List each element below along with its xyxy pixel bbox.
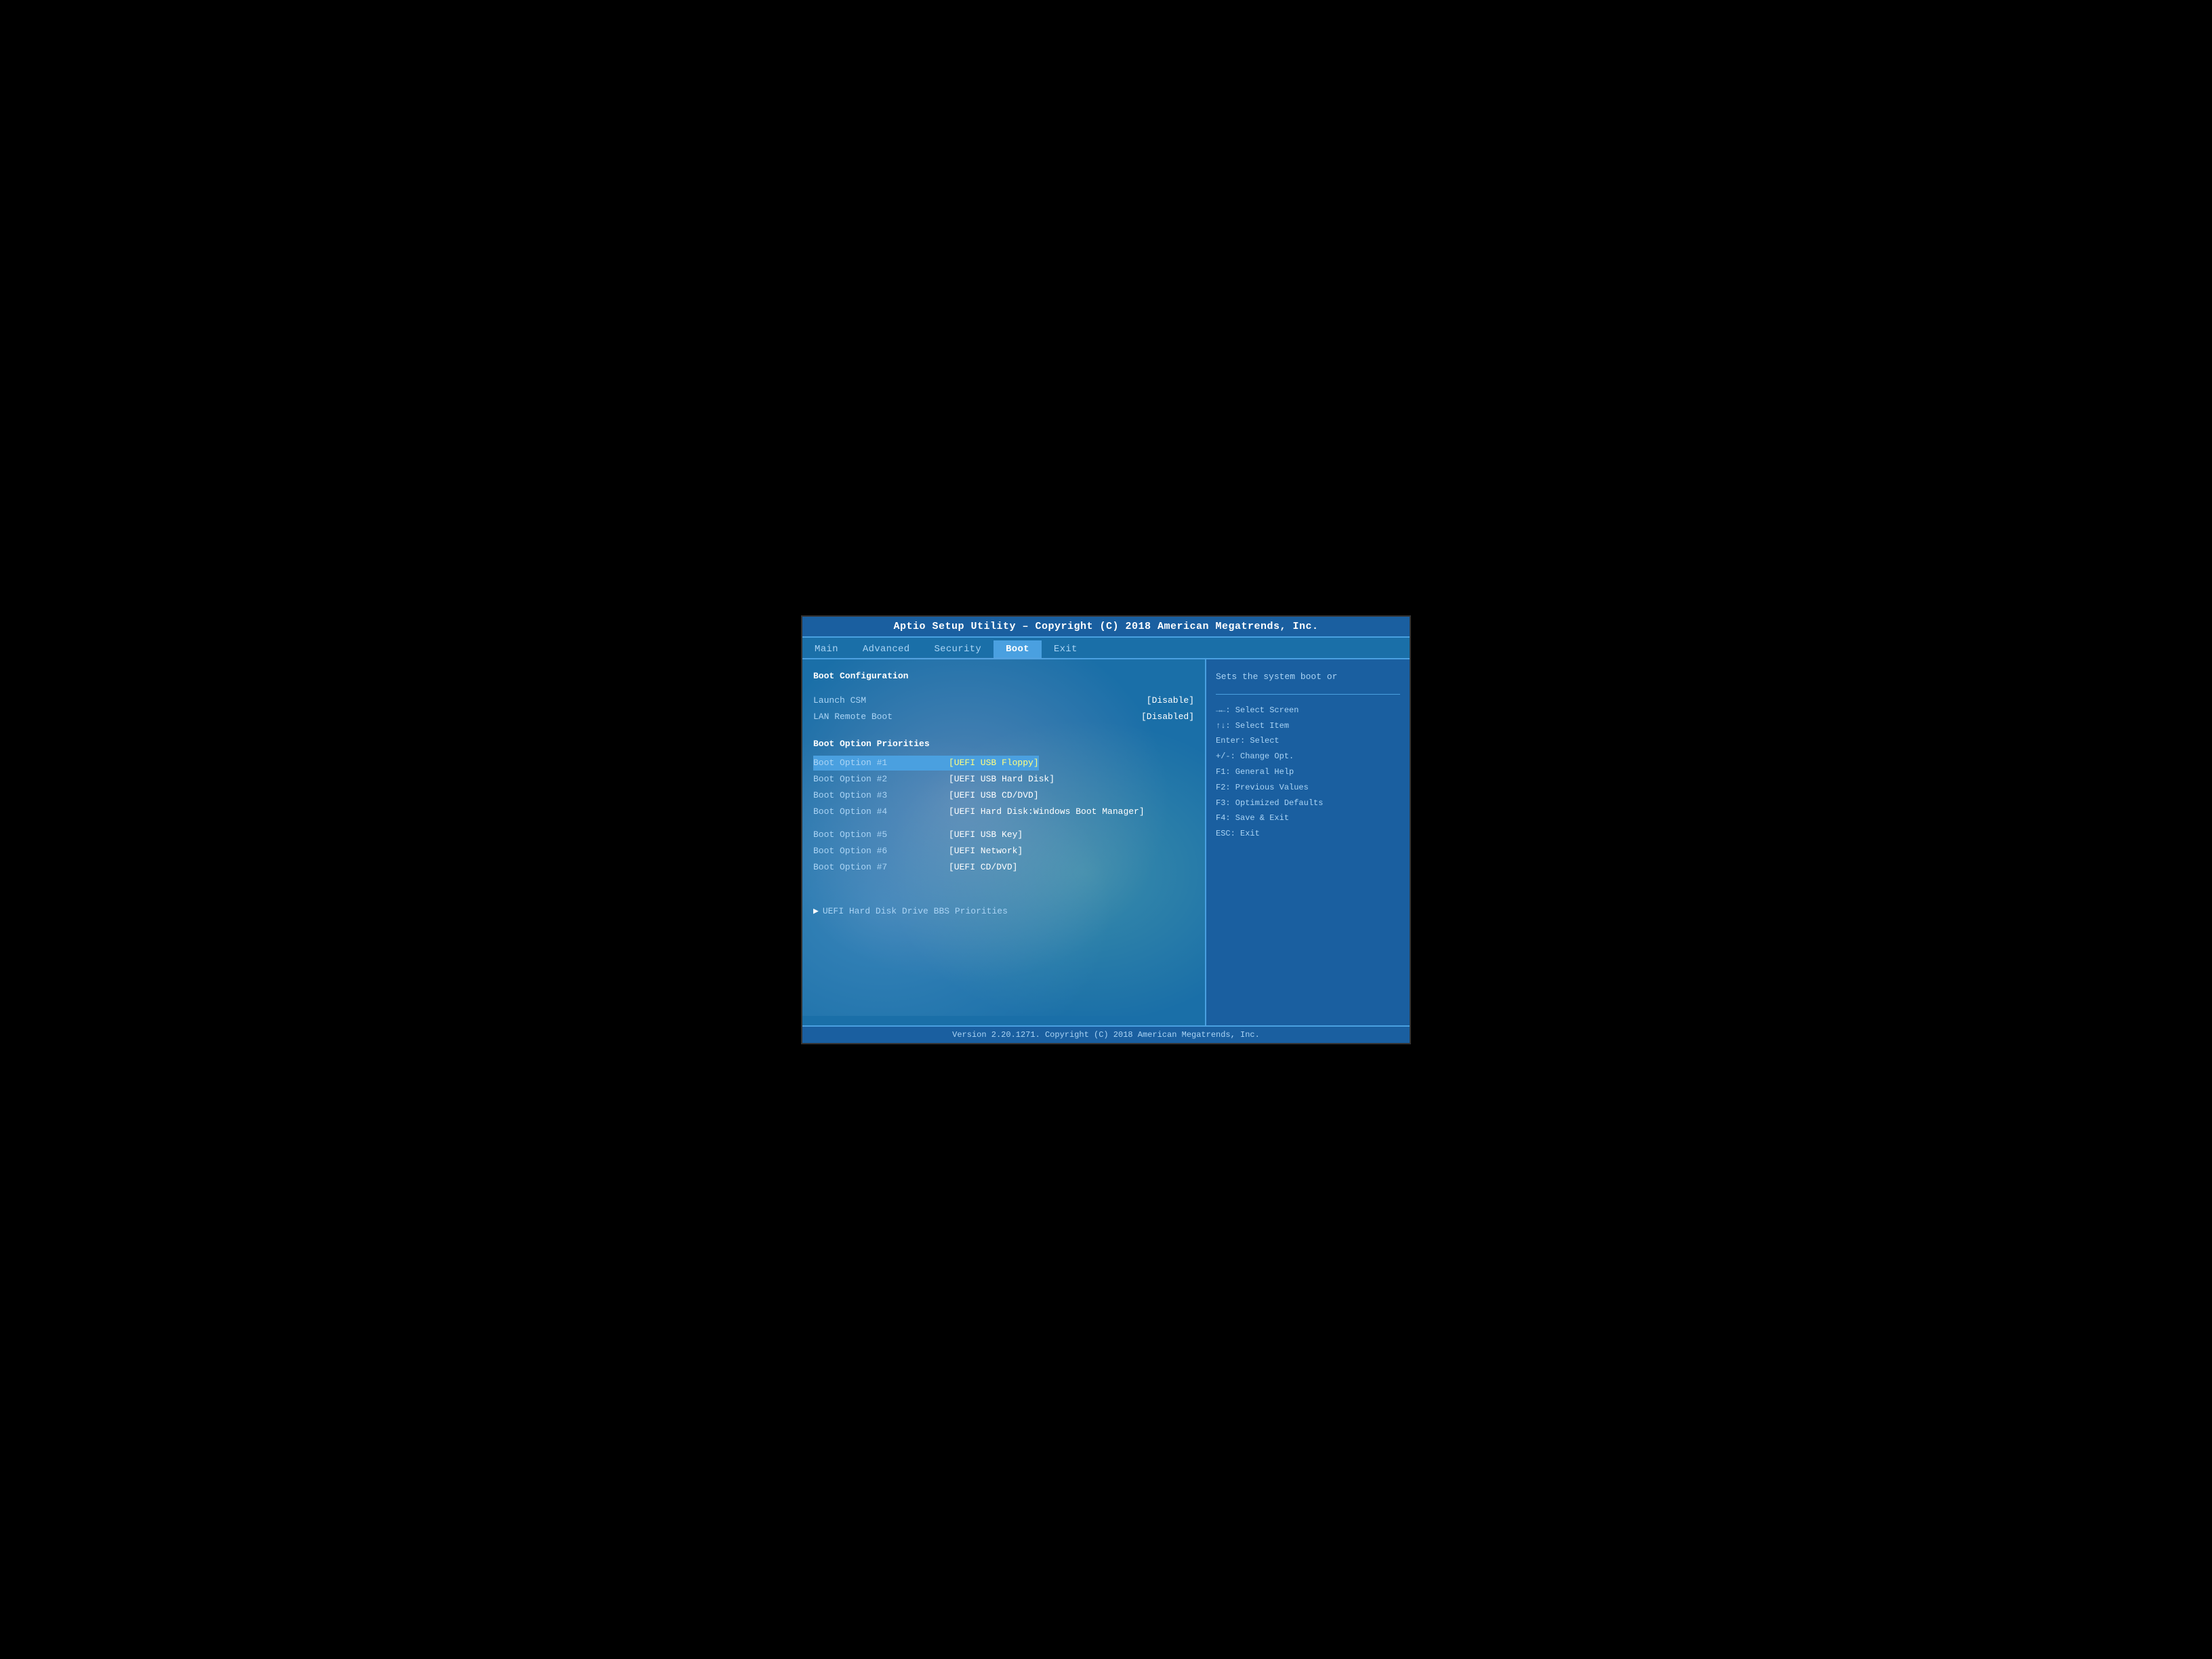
boot-option-1-row[interactable]: Boot Option #1 [UEFI USB Floppy] <box>813 756 1194 771</box>
nav-item-exit[interactable]: Exit <box>1042 640 1090 658</box>
lan-remote-boot-label: LAN Remote Boot <box>813 710 893 724</box>
boot-option-6-label: Boot Option #6 <box>813 844 949 859</box>
bbs-priorities-row[interactable]: ▶ UEFI Hard Disk Drive BBS Priorities <box>813 904 1194 919</box>
key-change-opt: +/-: Change Opt. <box>1216 749 1400 764</box>
boot-priorities-title: Boot Option Priorities <box>813 737 1194 752</box>
boot-option-7-label: Boot Option #7 <box>813 860 949 875</box>
key-help-section: →←: Select Screen ↑↓: Select Item Enter:… <box>1216 703 1400 842</box>
key-select-screen: →←: Select Screen <box>1216 703 1400 718</box>
footer-text: Version 2.20.1271. Copyright (C) 2018 Am… <box>952 1030 1260 1040</box>
nav-item-advanced[interactable]: Advanced <box>851 640 922 658</box>
nav-item-security[interactable]: Security <box>922 640 994 658</box>
key-esc-exit: ESC: Exit <box>1216 826 1400 842</box>
lan-remote-boot-row[interactable]: LAN Remote Boot [Disabled] <box>813 710 1194 724</box>
help-text-top: Sets the system boot or <box>1216 669 1400 684</box>
boot-option-6-row[interactable]: Boot Option #6 [UEFI Network] <box>813 844 1194 859</box>
key-select-item: ↑↓: Select Item <box>1216 718 1400 734</box>
boot-option-5-label: Boot Option #5 <box>813 827 949 842</box>
boot-option-6-value: [UEFI Network] <box>949 844 1023 859</box>
lan-remote-boot-value: [Disabled] <box>1141 710 1194 724</box>
header-title: Aptio Setup Utility – Copyright (C) 2018… <box>893 621 1318 632</box>
key-f2-previous: F2: Previous Values <box>1216 780 1400 796</box>
boot-option-2-value: [UEFI USB Hard Disk] <box>949 772 1054 787</box>
boot-option-1-value: [UEFI USB Floppy] <box>949 756 1039 771</box>
boot-option-1-label: Boot Option #1 <box>813 756 949 771</box>
boot-option-3-row[interactable]: Boot Option #3 [UEFI USB CD/DVD] <box>813 788 1194 803</box>
right-panel: Sets the system boot or →←: Select Scree… <box>1206 659 1410 1025</box>
launch-csm-label: Launch CSM <box>813 693 866 708</box>
key-f4-save: F4: Save & Exit <box>1216 811 1400 826</box>
boot-option-5-value: [UEFI USB Key] <box>949 827 1023 842</box>
boot-option-3-value: [UEFI USB CD/DVD] <box>949 788 1039 803</box>
boot-option-4-row[interactable]: Boot Option #4 [UEFI Hard Disk:Windows B… <box>813 804 1194 819</box>
bios-screen: Aptio Setup Utility – Copyright (C) 2018… <box>801 615 1411 1044</box>
boot-option-2-label: Boot Option #2 <box>813 772 949 787</box>
launch-csm-row[interactable]: Launch CSM [Disable] <box>813 693 1194 708</box>
boot-option-3-label: Boot Option #3 <box>813 788 949 803</box>
key-f1-help: F1: General Help <box>1216 764 1400 780</box>
bbs-arrow-icon: ▶ <box>813 904 819 919</box>
boot-option-5-row[interactable]: Boot Option #5 [UEFI USB Key] <box>813 827 1194 842</box>
nav-item-boot[interactable]: Boot <box>994 640 1042 658</box>
boot-option-4-value: [UEFI Hard Disk:Windows Boot Manager] <box>949 804 1145 819</box>
boot-option-4-label: Boot Option #4 <box>813 804 949 819</box>
main-content: Boot Configuration Launch CSM [Disable] … <box>802 659 1410 1025</box>
divider <box>1216 694 1400 695</box>
header-bar: Aptio Setup Utility – Copyright (C) 2018… <box>802 617 1410 638</box>
section-title: Boot Configuration <box>813 669 1194 684</box>
left-panel: Boot Configuration Launch CSM [Disable] … <box>802 659 1206 1025</box>
boot-option-7-row[interactable]: Boot Option #7 [UEFI CD/DVD] <box>813 860 1194 875</box>
bbs-priorities-label: UEFI Hard Disk Drive BBS Priorities <box>823 904 1008 919</box>
boot-option-2-row[interactable]: Boot Option #2 [UEFI USB Hard Disk] <box>813 772 1194 787</box>
launch-csm-value: [Disable] <box>1147 693 1194 708</box>
nav-bar: Main Advanced Security Boot Exit <box>802 638 1410 659</box>
key-enter-select: Enter: Select <box>1216 733 1400 749</box>
footer-bar: Version 2.20.1271. Copyright (C) 2018 Am… <box>802 1025 1410 1043</box>
key-f3-defaults: F3: Optimized Defaults <box>1216 796 1400 811</box>
nav-item-main[interactable]: Main <box>802 640 851 658</box>
boot-option-7-value: [UEFI CD/DVD] <box>949 860 1017 875</box>
